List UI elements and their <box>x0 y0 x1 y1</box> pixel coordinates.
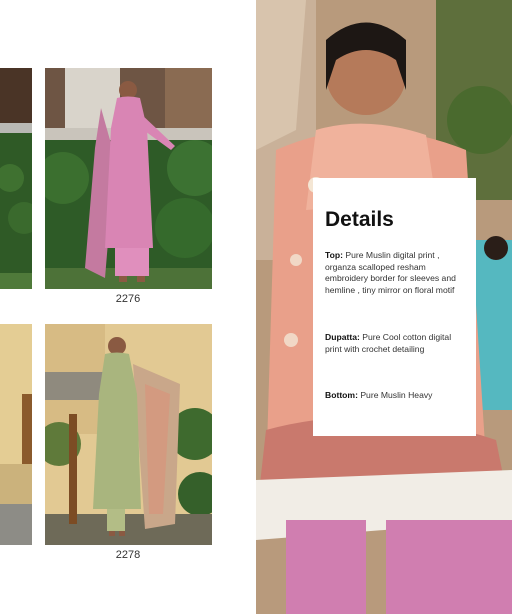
detail-dupatta: Dupatta: Pure Cool cotton digital print … <box>325 332 465 355</box>
model-in-pink-suit <box>45 68 212 289</box>
product-photo-partial-top[interactable] <box>0 68 32 289</box>
product-photo-2276[interactable] <box>45 68 212 289</box>
detail-top-text: Pure Muslin digital print , organza scal… <box>325 250 456 295</box>
wall-background <box>0 324 32 545</box>
detail-dupatta-label: Dupatta: <box>325 332 360 342</box>
detail-bottom-text: Pure Muslin Heavy <box>360 390 433 400</box>
garden-background <box>0 68 32 289</box>
product-code-2278: 2278 <box>115 549 141 561</box>
product-photo-partial-bottom[interactable] <box>0 324 32 545</box>
details-card: Details Top: Pure Muslin digital print ,… <box>313 178 476 436</box>
product-code-2276: 2276 <box>115 293 141 305</box>
catalog-panel: 2276 2278 <box>0 0 256 614</box>
model-in-green-suit <box>45 324 212 545</box>
details-title: Details <box>325 208 394 231</box>
detail-bottom-label: Bottom: <box>325 390 358 400</box>
detail-top-label: Top: <box>325 250 343 260</box>
product-photo-2278[interactable] <box>45 324 212 545</box>
detail-top: Top: Pure Muslin digital print , organza… <box>325 250 465 296</box>
detail-bottom: Bottom: Pure Muslin Heavy <box>325 390 465 402</box>
